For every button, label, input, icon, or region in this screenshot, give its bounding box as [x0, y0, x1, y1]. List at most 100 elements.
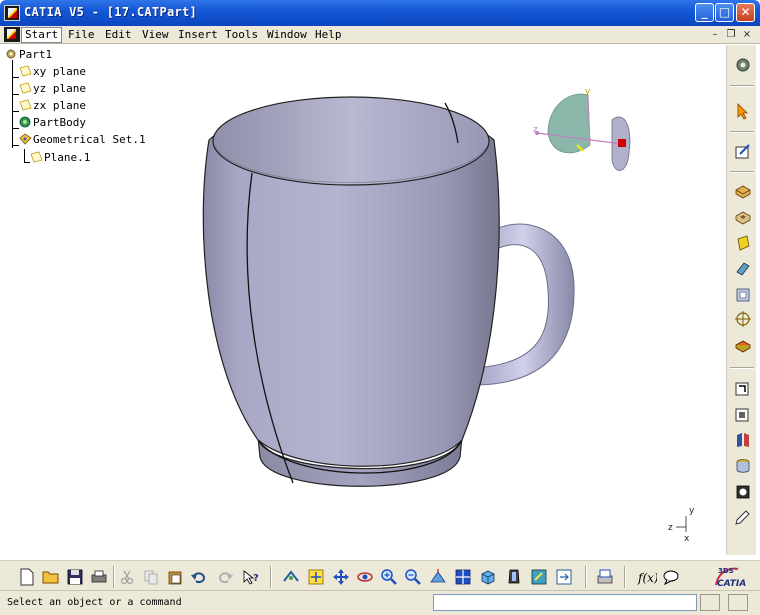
zoom-in-button[interactable] — [378, 566, 400, 588]
redo-button[interactable] — [214, 566, 236, 588]
sketcher-button[interactable] — [732, 140, 754, 162]
multi-view-button[interactable] — [452, 566, 474, 588]
maximize-button[interactable]: □ — [715, 3, 734, 22]
edit-button[interactable] — [732, 505, 754, 527]
new-button[interactable] — [16, 566, 38, 588]
command-option-button[interactable] — [700, 594, 720, 611]
isometric-view-button[interactable] — [477, 566, 499, 588]
tree-label-partbody: PartBody — [33, 116, 86, 129]
menu-help[interactable]: Help — [312, 28, 345, 41]
minimize-button[interactable]: _ — [695, 3, 714, 22]
close-button[interactable]: ✕ — [736, 3, 755, 22]
compass[interactable]: z y — [533, 87, 631, 171]
tree-node-geometrical-set[interactable]: Geometrical Set.1 — [19, 133, 146, 146]
tree-label-xy-plane: xy plane — [33, 65, 86, 78]
status-message: Select an object or a command — [7, 597, 182, 608]
swap-visible-space-button[interactable] — [553, 566, 575, 588]
draft-icon — [736, 262, 750, 276]
comment-button[interactable] — [660, 566, 682, 588]
menu-view[interactable]: View — [139, 28, 172, 41]
triad-axis-x-label: x — [684, 534, 690, 544]
logo-text: CATIA — [717, 579, 746, 589]
compass-axis-z-label: z — [533, 125, 538, 135]
cut-button[interactable] — [116, 566, 138, 588]
sketch-profile-button[interactable] — [732, 377, 754, 399]
doc-restore-button[interactable]: ❐ — [724, 29, 738, 41]
isometric-cube-icon — [481, 570, 495, 585]
hide-show-button[interactable] — [528, 566, 550, 588]
compass-axis-y-label: y — [585, 87, 591, 97]
triad-axis-y-label: y — [689, 506, 695, 516]
geometrical-set-icon — [19, 133, 32, 145]
select-button[interactable] — [732, 100, 754, 122]
tree-label-zx-plane: zx plane — [33, 99, 86, 112]
catia-3ds-logo-icon: 3DS CATIA — [715, 567, 746, 589]
menu-tools[interactable]: Tools — [222, 28, 261, 41]
doc-close-button[interactable]: × — [740, 29, 754, 41]
copy-button[interactable] — [140, 566, 162, 588]
normal-view-button[interactable] — [427, 566, 449, 588]
tree-node-plane-1[interactable]: Plane.1 — [30, 151, 90, 164]
shading-icon — [508, 569, 520, 584]
tree-label-yz-plane: yz plane — [33, 82, 86, 95]
copy-icon — [144, 570, 158, 585]
shading-button[interactable] — [503, 566, 525, 588]
paste-button[interactable] — [164, 566, 186, 588]
sketch-profile-icon — [735, 382, 749, 396]
command-cancel-button[interactable] — [728, 594, 748, 611]
tree-node-zx-plane[interactable]: zx plane — [19, 99, 86, 112]
print-button[interactable] — [88, 566, 110, 588]
pad-button[interactable] — [732, 180, 754, 202]
catalog-button[interactable] — [594, 566, 616, 588]
rotate-button[interactable] — [354, 566, 376, 588]
whats-this-button[interactable]: ? — [240, 566, 262, 588]
draft-button[interactable] — [732, 258, 754, 280]
command-input[interactable] — [433, 594, 697, 611]
undo-button[interactable] — [188, 566, 210, 588]
revolve-button[interactable] — [732, 455, 754, 477]
material-button[interactable] — [732, 334, 754, 356]
groove-icon — [736, 485, 750, 499]
pocket-button[interactable] — [732, 206, 754, 228]
shell-icon — [736, 288, 750, 302]
formula-fx-icon: f(x) — [637, 571, 657, 585]
shell-button[interactable] — [732, 284, 754, 306]
open-button[interactable] — [40, 566, 62, 588]
fly-mode-button[interactable] — [280, 566, 302, 588]
axis-triad: y z x — [668, 506, 695, 544]
status-bar: Select an object or a command — [0, 590, 760, 615]
plane-icon — [19, 82, 32, 94]
menu-start[interactable]: Start — [21, 27, 63, 43]
doc-minimize-button[interactable]: – — [708, 29, 722, 41]
pan-button[interactable] — [330, 566, 352, 588]
catia-app-icon[interactable] — [4, 5, 20, 21]
tree-node-xy-plane[interactable]: xy plane — [19, 65, 86, 78]
tree-node-part1[interactable]: Part1 — [5, 48, 52, 61]
gear-icon — [736, 58, 750, 72]
sketcher-icon — [735, 144, 750, 159]
menu-file[interactable]: File — [65, 28, 98, 41]
positioned-sketch-button[interactable] — [732, 403, 754, 425]
menu-insert[interactable]: Insert — [175, 28, 221, 41]
tree-node-partbody[interactable]: PartBody — [19, 116, 86, 129]
stiffener-button[interactable] — [732, 429, 754, 451]
folder-open-icon — [42, 571, 59, 584]
scissors-icon — [120, 570, 134, 585]
part-gear-icon — [6, 49, 16, 59]
zoom-out-button[interactable] — [402, 566, 424, 588]
menu-window[interactable]: Window — [264, 28, 310, 41]
document-icon[interactable] — [4, 27, 20, 42]
menu-edit[interactable]: Edit — [102, 28, 135, 41]
formula-button[interactable]: f(x) — [636, 566, 658, 588]
save-button[interactable] — [64, 566, 86, 588]
plane-icon — [19, 65, 32, 77]
shaft-button[interactable] — [732, 232, 754, 254]
catia-logo: 3DS CATIA — [708, 563, 754, 589]
pencil-icon — [735, 510, 750, 525]
groove-button[interactable] — [732, 481, 754, 503]
axis-system-button[interactable] — [732, 308, 754, 330]
tree-node-yz-plane[interactable]: yz plane — [19, 82, 86, 95]
fit-all-button[interactable] — [305, 566, 327, 588]
settings-gear-button[interactable] — [732, 54, 754, 76]
select-arrow-icon — [737, 103, 748, 120]
